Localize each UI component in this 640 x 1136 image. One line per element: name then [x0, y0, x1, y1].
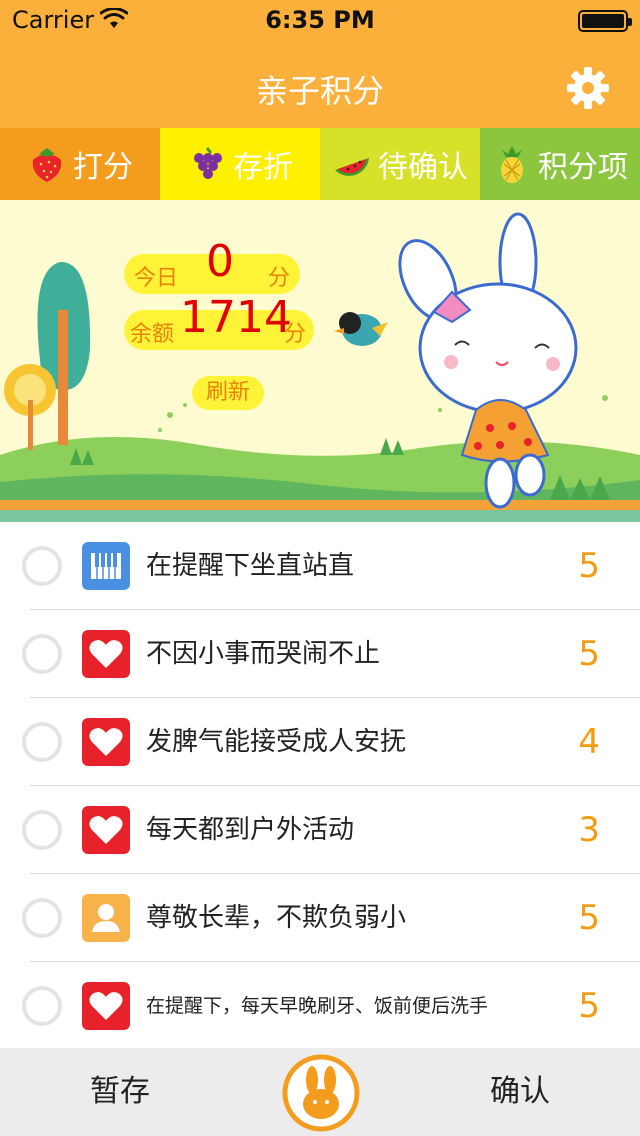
- points-list: 在提醒下坐直站直 5 不因小事而哭闹不止 5 发脾气能接受成人安抚 4 每天都到…: [0, 522, 640, 1048]
- heart-icon: [82, 982, 130, 1030]
- item-score: 4: [578, 722, 600, 762]
- item-title: 尊敬长辈，不欺负弱小: [146, 903, 407, 933]
- tab-score-label: 打分: [73, 150, 133, 185]
- status-bar: Carrier 6:35 PM: [0, 0, 640, 40]
- item-title: 每天都到户外活动: [146, 815, 355, 845]
- banner-illustration: [0, 212, 640, 522]
- item-score: 3: [578, 810, 600, 850]
- balance-label: 余额: [130, 322, 175, 347]
- person-icon: [82, 894, 130, 942]
- tab-passbook[interactable]: 存折: [160, 128, 320, 200]
- bottom-bar: 暂存 确认: [0, 1048, 640, 1136]
- battery-icon: [578, 10, 632, 32]
- item-title: 在提醒下坐直站直: [146, 551, 355, 581]
- item-score: 5: [578, 546, 600, 586]
- balance-value: 1714: [180, 292, 292, 343]
- today-label: 今日: [134, 266, 179, 291]
- tab-points-items[interactable]: 积分项: [480, 128, 640, 200]
- radio-button[interactable]: [22, 546, 62, 586]
- list-item[interactable]: 发脾气能接受成人安抚 4: [0, 698, 640, 786]
- status-time: 6:35 PM: [265, 6, 375, 34]
- tab-score[interactable]: 打分: [0, 128, 160, 200]
- tab-bar: 打分 存折 待确认 积分项: [0, 128, 640, 200]
- item-title: 不因小事而哭闹不止: [146, 639, 381, 669]
- bunny-icon[interactable]: [282, 1054, 360, 1132]
- score-banner: 今日 0 分 余额 1714 分 刷新: [0, 200, 640, 522]
- grape-icon: [194, 147, 222, 179]
- tab-points-items-label: 积分项: [538, 150, 628, 185]
- radio-button[interactable]: [22, 898, 62, 938]
- heart-icon: [82, 630, 130, 678]
- tab-pending[interactable]: 待确认: [320, 128, 480, 200]
- pineapple-icon: [501, 146, 523, 183]
- tab-pending-label: 待确认: [378, 150, 468, 185]
- list-item[interactable]: 每天都到户外活动 3: [0, 786, 640, 874]
- list-item[interactable]: 尊敬长辈，不欺负弱小 5: [0, 874, 640, 962]
- item-score: 5: [578, 634, 600, 674]
- radio-button[interactable]: [22, 634, 62, 674]
- refresh-button[interactable]: 刷新: [192, 376, 264, 410]
- balance-unit: 分: [284, 322, 307, 347]
- today-value: 0: [206, 236, 234, 287]
- item-title: 在提醒下，每天早晚刷牙、饭前便后洗手: [146, 995, 489, 1017]
- watermelon-icon: [335, 158, 369, 176]
- radio-button[interactable]: [22, 722, 62, 762]
- heart-icon: [82, 806, 130, 854]
- radio-button[interactable]: [22, 986, 62, 1026]
- list-item[interactable]: 在提醒下，每天早晚刷牙、饭前便后洗手 5: [0, 962, 640, 1050]
- heart-icon: [82, 718, 130, 766]
- list-item[interactable]: 不因小事而哭闹不止 5: [0, 610, 640, 698]
- list-item[interactable]: 在提醒下坐直站直 5: [0, 522, 640, 610]
- piano-icon: [82, 542, 130, 590]
- item-score: 5: [578, 986, 600, 1026]
- today-unit: 分: [268, 266, 291, 291]
- radio-button[interactable]: [22, 810, 62, 850]
- item-title: 发脾气能接受成人安抚: [146, 727, 407, 757]
- page-title: 亲子积分: [255, 72, 384, 110]
- item-score: 5: [578, 898, 600, 938]
- gear-icon[interactable]: [566, 66, 610, 110]
- confirm-button[interactable]: 确认: [460, 1048, 580, 1136]
- top-bar: Carrier 6:35 PM 亲子积分: [0, 0, 640, 128]
- strawberry-icon: [32, 148, 62, 182]
- save-draft-button[interactable]: 暂存: [60, 1048, 180, 1136]
- tab-passbook-label: 存折: [233, 150, 293, 185]
